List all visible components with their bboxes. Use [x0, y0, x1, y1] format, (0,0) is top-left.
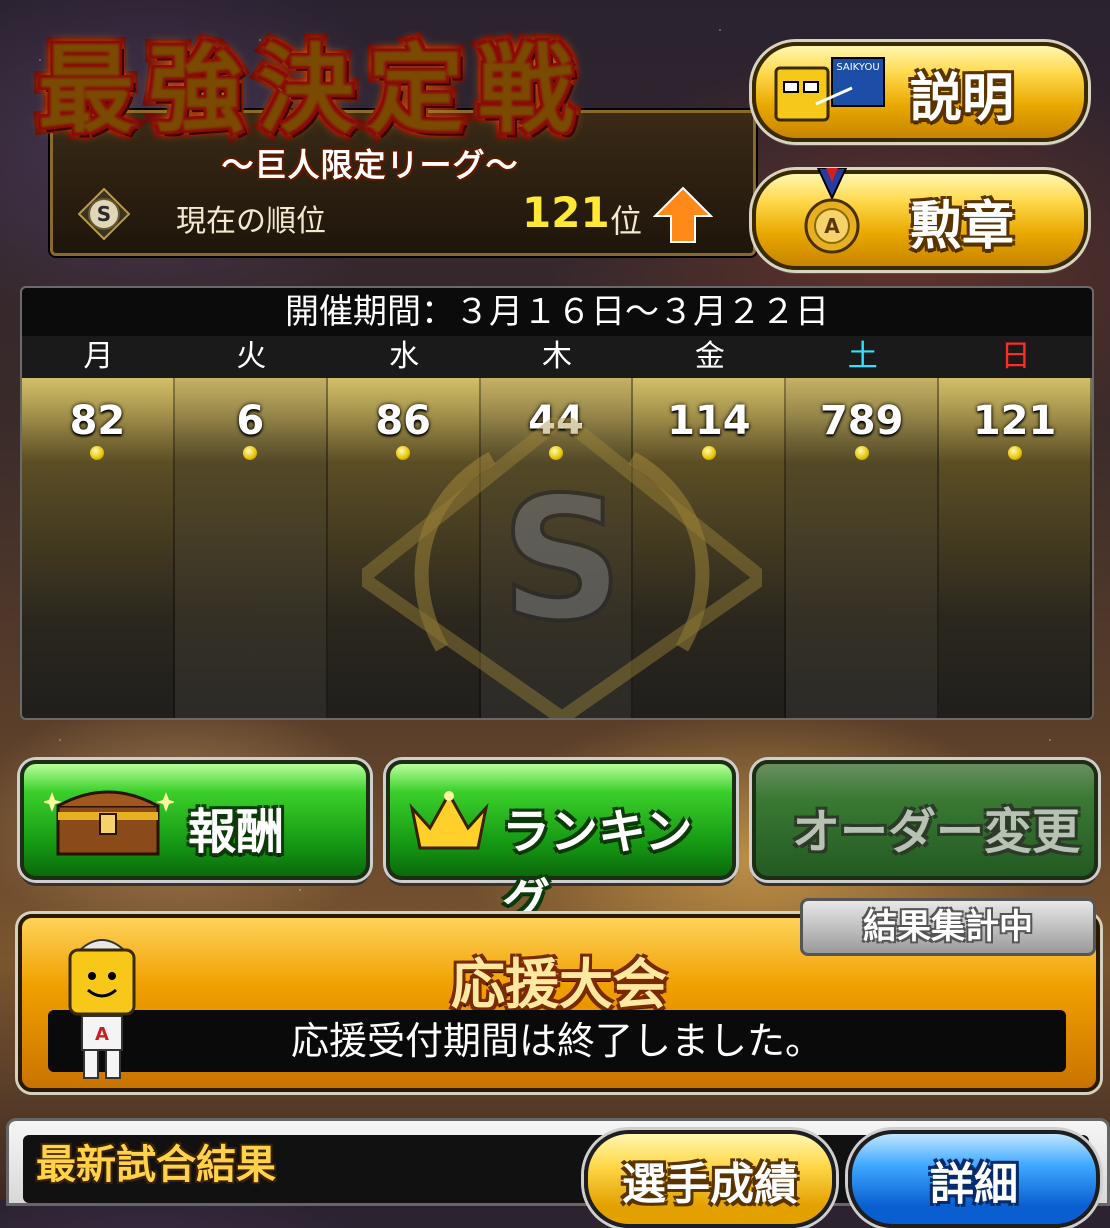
rank-label: 現在の順位 [176, 204, 326, 239]
medal-button[interactable]: A 勲章 [752, 168, 1088, 270]
rank-unit: 位 [610, 202, 643, 240]
s-league-badge-icon: S [78, 188, 130, 240]
reward-button[interactable]: 報酬 [20, 760, 370, 880]
day-column: 6 [174, 378, 328, 718]
explain-button[interactable]: SAIKYOU 説明 [752, 42, 1088, 142]
day-column: 44 [480, 378, 634, 718]
weekday-label: 水 [389, 339, 420, 374]
rank-value: 121 [522, 188, 610, 237]
daily-rank-value: 789 [819, 398, 904, 444]
reward-label: 報酬 [188, 804, 285, 860]
medal-letter: A [824, 214, 840, 238]
result-tallying-badge: 結果集計中 [800, 898, 1096, 956]
league-subtitle: 〜巨人限定リーグ〜 [221, 146, 519, 184]
daily-rank-value: 121 [972, 398, 1057, 444]
page-title: 最強決定戦 [38, 30, 728, 150]
support-event-message: 応援受付期間は終了しました。 [48, 1010, 1066, 1072]
treasure-chest-icon [44, 790, 174, 856]
rank-marker-dot [854, 446, 869, 460]
day-column: 114 [633, 378, 787, 718]
player-stats-button[interactable]: 選手成績 [584, 1130, 836, 1228]
crown-icon [409, 790, 489, 850]
day-column: 86 [327, 378, 481, 718]
rank-marker-dot [1007, 446, 1022, 460]
latest-result-title: 最新試合結果 [36, 1142, 276, 1188]
rank-marker-dot [549, 446, 563, 460]
rank-marker-dot [396, 446, 411, 460]
rank-up-arrow-icon [653, 186, 713, 243]
order-change-button[interactable]: オーダー変更 [752, 760, 1098, 880]
ranking-label: ランキング [502, 804, 693, 930]
event-period: 開催期間：３月１６日〜３月２２日 [22, 288, 1092, 336]
weekday-label: 日 [1000, 339, 1031, 374]
weekly-calendar: 開催期間：３月１６日〜３月２２日 月 火 水 木 金 土 日 82 6 86 44 114 789 12… [20, 286, 1094, 720]
weekday-label: 月 [83, 339, 114, 374]
day-column: 82 [22, 378, 175, 718]
detail-button[interactable]: 詳細 [848, 1130, 1100, 1228]
medal-icon: A [804, 168, 860, 254]
daily-rank-value: 86 [375, 398, 431, 444]
player-stats-label: 選手成績 [622, 1159, 798, 1210]
order-change-label: オーダー変更 [792, 804, 1081, 860]
day-column: 121 [939, 378, 1092, 718]
rank-marker-dot [701, 446, 716, 460]
saikyou-board-icon: SAIKYOU [774, 57, 885, 122]
daily-rank-value: 114 [667, 398, 751, 444]
weekday-label: 土 [847, 339, 878, 374]
detail-label: 詳細 [930, 1159, 1018, 1210]
daily-rank-columns: 82 6 86 44 114 789 121 [22, 378, 1092, 718]
weekday-label: 金 [694, 339, 725, 374]
rank-marker-dot [90, 446, 105, 460]
daily-rank-value: 6 [236, 398, 265, 444]
saikyou-board-text: SAIKYOU [836, 62, 879, 73]
current-rank-row: S 現在の順位 121 位 [60, 184, 750, 244]
weekday-header: 月火水木金土日 [22, 336, 1092, 378]
daily-rank-value: 82 [69, 398, 126, 444]
s-badge-letter: S [97, 202, 111, 226]
ranking-button[interactable]: ランキング [386, 760, 736, 930]
rank-marker-dot [243, 446, 258, 460]
weekday-label: 火 [236, 339, 267, 374]
explain-label: 説明 [909, 69, 1014, 129]
mascot-letter: A [95, 1024, 109, 1045]
medal-label: 勲章 [909, 197, 1014, 257]
weekday-label: 木 [542, 339, 572, 374]
mascot-icon: A [68, 939, 136, 1079]
daily-rank-value: 44 [528, 398, 584, 444]
day-column: 789 [786, 378, 940, 718]
